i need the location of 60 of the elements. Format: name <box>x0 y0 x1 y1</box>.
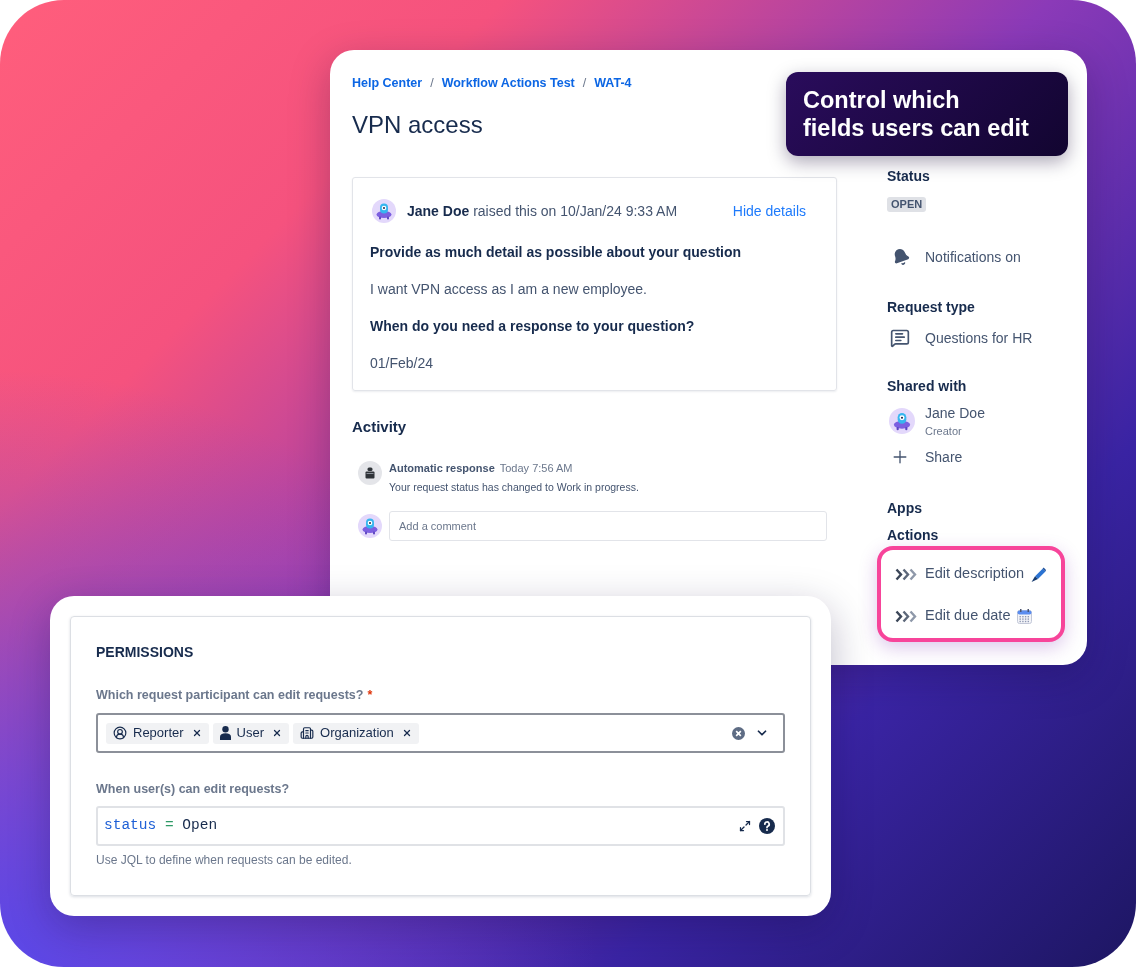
building-icon <box>300 726 315 740</box>
shared-with-heading: Shared with <box>887 377 967 395</box>
person-name: Jane Doe <box>925 404 985 422</box>
required-mark: * <box>367 687 373 703</box>
bot-avatar <box>358 461 382 485</box>
question-text: Provide as much detail as possible about your question <box>370 243 742 262</box>
status-heading: Status <box>887 167 930 185</box>
activity-text: Your request status has changed to Work in progress. <box>389 480 639 494</box>
callout-label: Control which fields users can edit <box>786 72 1068 156</box>
helper-text: Use JQL to define when requests can be edited. <box>96 852 352 868</box>
triple-chevron-icon <box>895 609 917 623</box>
comment-field[interactable]: Add a comment <box>389 511 827 541</box>
tag-label: Organization <box>320 724 394 743</box>
action-item[interactable]: Edit description <box>895 564 1047 584</box>
actions-heading: Actions <box>887 526 939 544</box>
activity-author: Automatic response <box>389 461 495 475</box>
participant-select[interactable]: Reporter User Organization <box>96 713 785 753</box>
jql-query: status = Open <box>104 816 218 836</box>
comment-icon <box>890 328 910 348</box>
remove-icon[interactable] <box>401 728 412 738</box>
clear-icon[interactable] <box>732 726 745 740</box>
tag-label: User <box>236 724 265 743</box>
field-label: Which request participant can edit requests? <box>96 687 364 703</box>
answer-text: 01/Feb/24 <box>370 354 434 373</box>
question-text: When do you need a response to your question? <box>370 317 695 336</box>
notifications-toggle[interactable]: Notifications on <box>887 248 1021 266</box>
action-item[interactable]: Edit due date <box>895 606 1033 626</box>
calendar-icon <box>1017 608 1033 624</box>
activity-time: Today 7:56 AM <box>499 461 573 475</box>
request-type-heading: Request type <box>887 298 975 316</box>
pen-icon <box>1031 566 1047 582</box>
avatar <box>889 408 915 434</box>
apps-heading: Apps <box>887 499 922 517</box>
avatar <box>372 199 396 223</box>
breadcrumb-separator: / <box>582 75 587 91</box>
expand-icon[interactable] <box>739 820 751 832</box>
person-circle-icon <box>113 726 127 740</box>
hide-details-link[interactable]: Hide details <box>732 200 806 222</box>
activity-heading: Activity <box>352 417 407 437</box>
tag-label: Reporter <box>133 724 184 743</box>
help-icon[interactable] <box>759 818 775 834</box>
jql-field[interactable]: status = Open <box>96 806 785 846</box>
breadcrumb-link[interactable]: Help Center <box>352 75 423 91</box>
page-title: VPN access <box>352 110 483 140</box>
breadcrumb-separator: / <box>430 75 434 91</box>
raised-by-text: Jane Doe raised this on 10/Jan/24 9:33 AM <box>407 201 678 221</box>
share-button[interactable]: Share <box>887 448 963 466</box>
breadcrumb-link[interactable]: WAT-4 <box>594 75 632 91</box>
answer-text: I want VPN access as I am a new employee. <box>370 280 647 299</box>
avatar <box>358 514 382 538</box>
request-type-value: Questions for HR <box>925 328 1033 348</box>
status-lozenge: OPEN <box>887 197 927 212</box>
field-label: When user(s) can edit requests? <box>96 781 290 797</box>
permissions-heading: PERMISSIONS <box>96 643 194 661</box>
remove-icon[interactable] <box>191 728 202 738</box>
remove-icon[interactable] <box>272 728 283 738</box>
person-icon <box>219 726 231 740</box>
breadcrumb-link[interactable]: Workflow Actions Test <box>441 75 575 91</box>
triple-chevron-icon <box>895 567 917 581</box>
person-role: Creator <box>925 424 962 438</box>
